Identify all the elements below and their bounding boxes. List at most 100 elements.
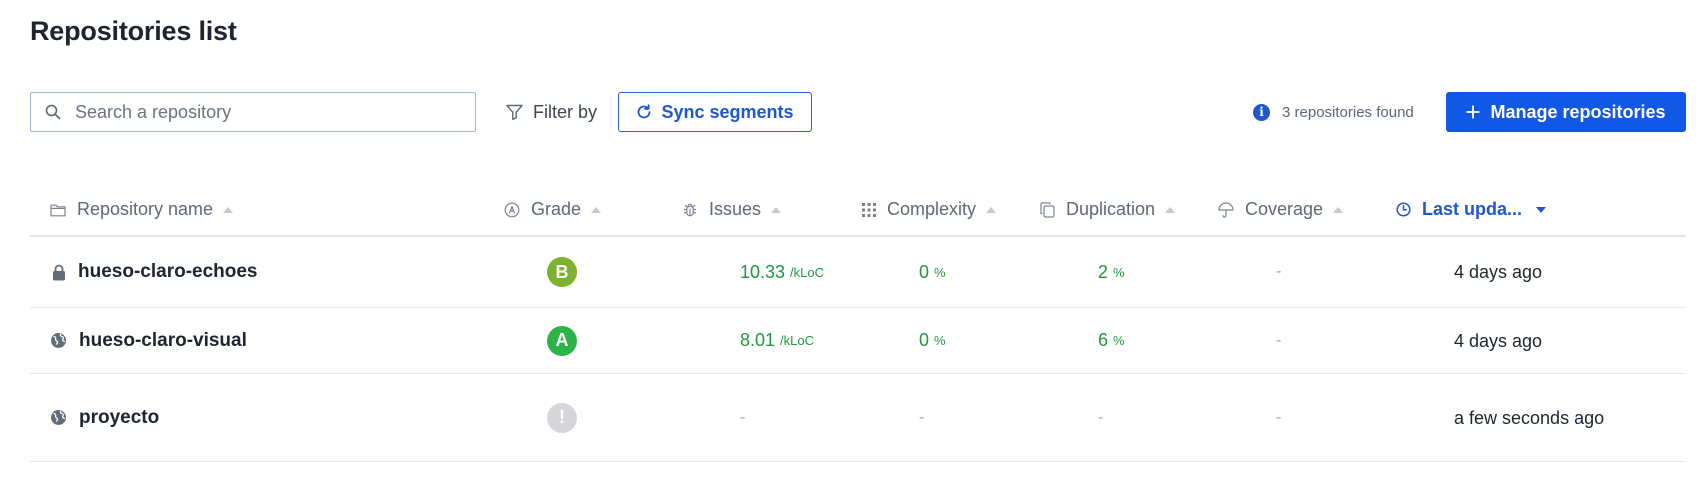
grade-cell: ! [547, 374, 577, 461]
grade-badge: B [547, 257, 577, 287]
search-icon [45, 104, 61, 120]
coverage-value: - [1276, 331, 1282, 349]
column-label: Coverage [1245, 199, 1324, 219]
column-label: Grade [531, 199, 582, 219]
last-updated-cell: a few seconds ago [1454, 374, 1614, 461]
complexity-unit: % [934, 333, 946, 348]
column-header-duplication[interactable]: Duplication [1040, 182, 1176, 237]
duplication-cell[interactable]: 2 % [1098, 237, 1125, 307]
clock-icon [1396, 202, 1411, 217]
issues-cell: - [740, 374, 745, 461]
filter-icon [506, 104, 523, 120]
grade-cell: B [547, 237, 577, 307]
column-label: Last upda... [1422, 199, 1523, 219]
info-icon: i [1253, 103, 1270, 121]
duplication-value: - [1098, 408, 1104, 426]
sort-desc-icon [1536, 206, 1547, 213]
issues-value: - [740, 408, 746, 426]
column-header-last-updated[interactable]: Last upda... [1396, 182, 1547, 237]
coverage-cell: - [1276, 374, 1281, 461]
sort-asc-icon [1333, 206, 1344, 213]
lock-icon [53, 264, 65, 280]
column-label: Complexity [887, 199, 977, 219]
manage-repositories-label: Manage repositories [1490, 101, 1666, 122]
complexity-cell[interactable]: 0 % [919, 237, 946, 307]
complexity-value: 0 [919, 330, 930, 350]
page-title: Repositories list [30, 16, 237, 46]
last-updated-cell: 4 days ago [1454, 308, 1542, 373]
column-label: Duplication [1066, 199, 1156, 219]
complexity-value: 0 [919, 261, 930, 282]
duplication-cell[interactable]: 6 % [1098, 308, 1125, 373]
copy-icon [1040, 201, 1055, 218]
globe-icon [51, 410, 66, 425]
column-label: Repository name [77, 199, 214, 219]
column-header-grade[interactable]: Grade [504, 182, 602, 237]
coverage-value: - [1276, 263, 1282, 280]
filter-by-label: Filter by [533, 101, 598, 122]
duplication-unit: % [1113, 264, 1125, 280]
repository-name[interactable]: proyecto [79, 407, 159, 429]
duplication-value: 2 [1098, 261, 1109, 282]
table-row[interactable]: hueso-claro-visual A 8.01 /kLoC 0 % 6 % … [30, 308, 1686, 374]
repositories-found-text: 3 repositories found [1282, 103, 1414, 121]
duplication-value: 6 [1098, 330, 1109, 350]
repositories-found: i 3 repositories found [1253, 92, 1414, 132]
search-input[interactable] [75, 101, 455, 123]
duplication-unit: % [1113, 333, 1125, 348]
repositories-table: Repository name Grade Issues Complexity … [30, 182, 1686, 462]
repository-name[interactable]: hueso-claro-visual [79, 330, 247, 352]
grade-cell: A [547, 308, 577, 373]
sort-asc-icon [986, 206, 997, 213]
manage-repositories-button[interactable]: Manage repositories [1446, 92, 1686, 132]
complexity-value: - [919, 408, 925, 426]
coverage-cell: - [1276, 237, 1281, 307]
toolbar: Filter by Sync segments i 3 repositories… [30, 92, 1686, 132]
grade-icon [504, 202, 520, 217]
refresh-icon [638, 104, 651, 119]
column-header-repository-name[interactable]: Repository name [50, 182, 234, 237]
coverage-value: - [1276, 408, 1282, 426]
issues-unit: /kLoC [790, 264, 825, 280]
grade-badge: A [547, 325, 577, 356]
grade-badge: ! [547, 402, 577, 433]
table-row[interactable]: hueso-claro-echoes B 10.33 /kLoC 0 % 2 %… [30, 237, 1686, 308]
column-label: Issues [709, 199, 762, 219]
issues-cell[interactable]: 8.01 /kLoC [740, 308, 814, 373]
table-row[interactable]: proyecto ! - - - - a few seconds ago [30, 374, 1686, 462]
complexity-unit: % [934, 264, 946, 280]
issues-value: 10.33 [740, 261, 786, 282]
sync-segments-button[interactable]: Sync segments [618, 92, 812, 132]
last-updated-value: 4 days ago [1454, 262, 1543, 282]
last-updated-value: 4 days ago [1454, 330, 1543, 351]
sort-asc-icon [223, 206, 234, 213]
column-header-coverage[interactable]: Coverage [1218, 182, 1344, 237]
table-header: Repository name Grade Issues Complexity … [30, 182, 1686, 237]
sync-segments-label: Sync segments [661, 101, 794, 122]
last-updated-value: a few seconds ago [1454, 407, 1605, 428]
folder-icon [50, 204, 66, 216]
column-header-issues[interactable]: Issues [682, 182, 782, 237]
grid-dots-icon [862, 202, 876, 217]
column-header-complexity[interactable]: Complexity [862, 182, 997, 237]
repository-name-cell[interactable]: proyecto [50, 374, 159, 461]
issues-unit: /kLoC [780, 333, 815, 348]
sort-asc-icon [1165, 206, 1176, 213]
duplication-cell: - [1098, 374, 1103, 461]
repository-name-cell[interactable]: hueso-claro-visual [50, 308, 247, 373]
issues-value: 8.01 [740, 330, 776, 350]
filter-by-button[interactable]: Filter by [506, 92, 597, 132]
repository-name-cell[interactable]: hueso-claro-echoes [52, 237, 258, 307]
repository-name[interactable]: hueso-claro-echoes [78, 261, 258, 283]
complexity-cell[interactable]: 0 % [919, 308, 946, 373]
sort-asc-icon [591, 206, 602, 213]
complexity-cell: - [919, 374, 924, 461]
bug-icon [684, 203, 696, 216]
last-updated-cell: 4 days ago [1454, 237, 1542, 307]
issues-cell[interactable]: 10.33 /kLoC [740, 237, 824, 307]
umbrella-icon [1218, 201, 1234, 218]
search-box[interactable] [30, 92, 476, 132]
coverage-cell: - [1276, 308, 1281, 373]
sort-asc-icon [771, 206, 782, 213]
plus-icon [1466, 105, 1480, 119]
